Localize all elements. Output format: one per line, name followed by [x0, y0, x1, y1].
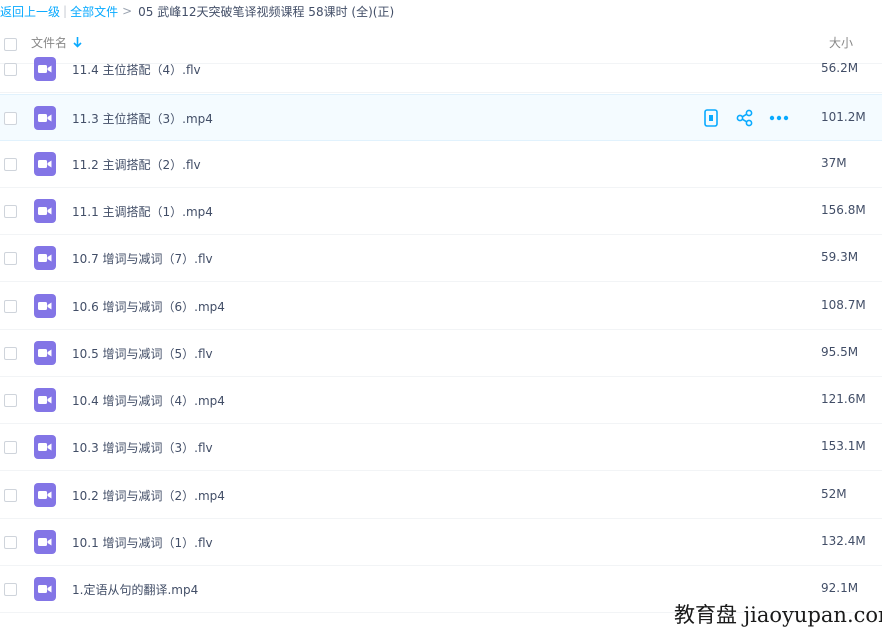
file-checkbox[interactable] — [4, 441, 17, 454]
video-file-icon — [34, 199, 56, 223]
back-link[interactable]: 返回上一级 — [0, 3, 60, 20]
file-checkbox[interactable] — [4, 394, 17, 407]
file-row[interactable]: 10.6 增词与减词（6）.mp4 108.7M — [0, 283, 882, 330]
file-size: 132.4M — [821, 534, 866, 548]
video-file-icon — [34, 577, 56, 601]
file-size: 59.3M — [821, 250, 859, 264]
file-row[interactable]: 10.2 增词与减词（2）.mp4 52M — [0, 472, 882, 519]
row-actions — [700, 107, 790, 129]
all-files-link[interactable]: 全部文件 — [70, 3, 118, 20]
breadcrumb-separator: | — [63, 4, 68, 18]
file-checkbox[interactable] — [4, 583, 17, 596]
file-row[interactable]: 11.2 主调搭配（2）.flv 37M — [0, 141, 882, 188]
file-checkbox[interactable] — [4, 347, 17, 360]
breadcrumb: 返回上一级 | 全部文件 > 05 武峰12天突破笔译视频课程 58课时 (全)… — [0, 0, 882, 22]
video-file-icon — [34, 435, 56, 459]
file-size: 52M — [821, 487, 847, 501]
file-checkbox[interactable] — [4, 489, 17, 502]
file-size: 56.2M — [821, 61, 859, 75]
file-checkbox[interactable] — [4, 158, 17, 171]
name-column-header[interactable]: 文件名 — [31, 34, 82, 51]
file-size: 101.2M — [821, 110, 866, 124]
file-size: 92.1M — [821, 581, 859, 595]
file-row[interactable]: 10.7 增词与减词（7）.flv 59.3M — [0, 235, 882, 282]
video-file-icon — [34, 483, 56, 507]
video-file-icon — [34, 388, 56, 412]
share-icon[interactable] — [734, 107, 756, 129]
file-row[interactable]: 11.4 主位搭配（4）.flv 56.2M — [0, 57, 882, 93]
file-checkbox[interactable] — [4, 300, 17, 313]
video-file-icon — [34, 341, 56, 365]
file-size: 153.1M — [821, 439, 866, 453]
select-all-checkbox[interactable] — [4, 38, 17, 51]
more-icon[interactable] — [768, 107, 790, 129]
name-column-label: 文件名 — [31, 36, 68, 50]
watermark: 教育盘 jiaoyupan.com — [674, 603, 882, 627]
file-checkbox[interactable] — [4, 252, 17, 265]
file-checkbox[interactable] — [4, 536, 17, 549]
video-file-icon — [34, 152, 56, 176]
file-name[interactable]: 10.5 增词与减词（5）.flv — [72, 345, 213, 362]
breadcrumb-arrow: > — [122, 4, 133, 18]
file-list: 11.4 主位搭配（4）.flv 56.2M 11.3 主位搭配（3）.mp4 101… — [0, 57, 882, 627]
video-file-icon — [34, 246, 56, 270]
file-name[interactable]: 11.4 主位搭配（4）.flv — [72, 61, 201, 78]
file-size: 156.8M — [821, 203, 866, 217]
size-column-header[interactable]: 大小 — [829, 34, 853, 51]
file-row[interactable]: 11.1 主调搭配（1）.mp4 156.8M — [0, 188, 882, 235]
file-size: 108.7M — [821, 298, 866, 312]
file-size: 121.6M — [821, 392, 866, 406]
video-file-icon — [34, 106, 56, 130]
file-name[interactable]: 11.3 主位搭配（3）.mp4 — [72, 110, 213, 127]
file-row[interactable]: 11.3 主位搭配（3）.mp4 101.2M — [0, 94, 882, 141]
file-row[interactable]: 10.4 增词与减词（4）.mp4 121.6M — [0, 377, 882, 424]
file-name[interactable]: 10.4 增词与减词（4）.mp4 — [72, 392, 225, 409]
file-name[interactable]: 10.1 增词与减词（1）.flv — [72, 534, 213, 551]
file-size: 95.5M — [821, 345, 859, 359]
file-name[interactable]: 10.7 增词与减词（7）.flv — [72, 250, 213, 267]
file-row[interactable]: 10.3 增词与减词（3）.flv 153.1M — [0, 424, 882, 471]
file-row[interactable]: 10.5 增词与减词（5）.flv 95.5M — [0, 330, 882, 377]
file-checkbox[interactable] — [4, 112, 17, 125]
video-file-icon — [34, 294, 56, 318]
file-name[interactable]: 10.3 增词与减词（3）.flv — [72, 439, 213, 456]
current-folder: 05 武峰12天突破笔译视频课程 58课时 (全)(正) — [138, 4, 395, 19]
video-file-icon — [34, 57, 56, 81]
file-checkbox[interactable] — [4, 63, 17, 76]
file-name[interactable]: 1.定语从句的翻译.mp4 — [72, 581, 198, 598]
file-name[interactable]: 11.1 主调搭配（1）.mp4 — [72, 203, 213, 220]
file-size: 37M — [821, 156, 847, 170]
arrow-down-icon[interactable] — [73, 37, 82, 48]
phone-icon[interactable] — [700, 107, 722, 129]
file-name[interactable]: 10.6 增词与减词（6）.mp4 — [72, 298, 225, 315]
file-name[interactable]: 11.2 主调搭配（2）.flv — [72, 156, 201, 173]
file-row[interactable]: 10.1 增词与减词（1）.flv 132.4M — [0, 519, 882, 566]
file-checkbox[interactable] — [4, 205, 17, 218]
file-name[interactable]: 10.2 增词与减词（2）.mp4 — [72, 487, 225, 504]
video-file-icon — [34, 530, 56, 554]
